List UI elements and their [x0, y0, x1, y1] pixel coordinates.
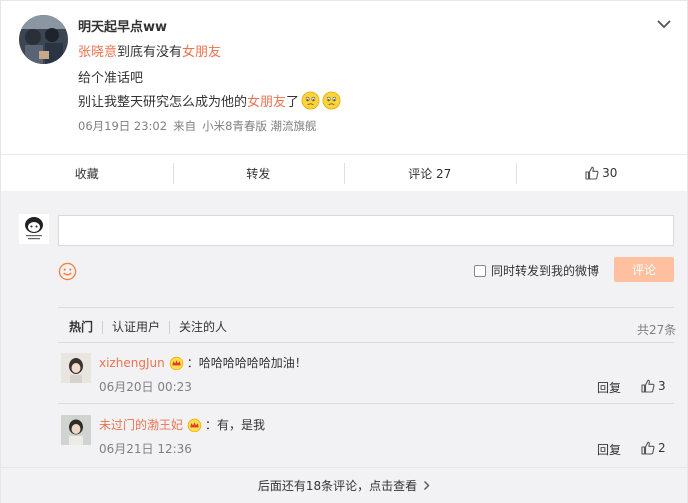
- post-meta: 06月19日 23:02 来自 小米8青春版 潮流旗舰: [78, 118, 323, 134]
- post-source[interactable]: 小米8青春版 潮流旗舰: [202, 119, 316, 133]
- post-action-bar: 收藏 转发 评论 27 30: [1, 154, 687, 191]
- post-text-line-3: 别让我整天研究怎么成为他的 女朋友了: [78, 91, 341, 110]
- commenter-name[interactable]: 未过门的渤王妃: [99, 416, 183, 433]
- current-user-avatar[interactable]: [19, 214, 49, 244]
- favorite-button[interactable]: 收藏: [1, 155, 173, 191]
- vip-crown-icon[interactable]: [187, 418, 202, 432]
- commenter-avatar[interactable]: [61, 353, 91, 383]
- divider: [58, 403, 674, 404]
- author-avatar[interactable]: [19, 15, 68, 64]
- mention-link[interactable]: 张晓意: [78, 45, 117, 60]
- thumbs-up-icon: [641, 441, 655, 455]
- chevron-down-icon[interactable]: [656, 18, 672, 30]
- comment-like-button[interactable]: 2: [641, 441, 666, 455]
- comment-input[interactable]: [58, 215, 674, 246]
- topic-link[interactable]: 女朋友: [247, 91, 286, 110]
- post-text-fragment: 别让我整天研究怎么成为他的: [78, 95, 248, 110]
- chevron-right-icon: [424, 481, 430, 490]
- tab-verified-users[interactable]: 认证用户: [102, 321, 169, 334]
- comment-filter-tabs: 热门 认证用户 关注的人: [69, 321, 236, 334]
- reply-button[interactable]: 回复: [597, 441, 621, 458]
- comment-time: 06月21日 12:36: [99, 442, 192, 456]
- comment-header: xizhengJun ：哈哈哈哈哈哈加油！: [99, 354, 307, 371]
- comment-section: 同时转发到我的微博 评论 热门 认证用户 关注的人 共27条 xizhengJu…: [1, 191, 687, 503]
- sad-face-emoji-icon: [322, 91, 341, 110]
- comment-header: 未过门的渤王妃 ：有，是我: [99, 416, 265, 433]
- repost-button[interactable]: 转发: [172, 155, 345, 191]
- emoji-picker-icon[interactable]: [58, 262, 77, 281]
- repost-label: 转发: [246, 166, 271, 181]
- post-text-line-2: 给个准话吧: [78, 71, 144, 86]
- post-text-fragment: 了: [286, 95, 300, 110]
- commenter-avatar[interactable]: [61, 415, 91, 445]
- comment-label: 评论 27: [408, 166, 452, 181]
- comment-text: ：有，是我: [205, 418, 266, 432]
- divider: [58, 307, 674, 308]
- comment-total: 共27条: [637, 323, 677, 337]
- post-text-line-1: 张晓意到底有没有女朋友: [78, 41, 221, 60]
- reply-button[interactable]: 回复: [597, 379, 621, 396]
- favorite-label: 收藏: [74, 166, 99, 181]
- source-prefix: 来自: [173, 119, 197, 133]
- submit-comment-button[interactable]: 评论: [614, 257, 674, 282]
- post-text-fragment: 到底有没有: [117, 45, 183, 60]
- sad-face-emoji-icon: [301, 91, 320, 110]
- author-name[interactable]: 明天起早点ww: [78, 16, 167, 35]
- divider: [58, 342, 674, 343]
- repost-to-weibo-option[interactable]: 同时转发到我的微博: [474, 262, 599, 279]
- commenter-name[interactable]: xizhengJun: [99, 356, 165, 370]
- topic-link[interactable]: 女朋友: [182, 45, 221, 60]
- comment-like-button[interactable]: 3: [641, 379, 666, 393]
- tab-following[interactable]: 关注的人: [169, 321, 236, 334]
- comment-button[interactable]: 评论 27: [344, 155, 516, 191]
- repost-checkbox[interactable]: [474, 264, 486, 277]
- post-date[interactable]: 06月19日 23:02: [78, 119, 167, 133]
- weibo-post-card: 明天起早点ww 张晓意到底有没有女朋友 给个准话吧 别让我整天研究怎么成为他的女…: [0, 0, 688, 503]
- repost-checkbox-label: 同时转发到我的微博: [491, 264, 600, 278]
- vip-crown-icon[interactable]: [169, 356, 184, 370]
- comment-like-count: 2: [658, 441, 666, 455]
- thumbs-up-icon: [641, 379, 655, 393]
- comment-like-count: 3: [658, 379, 666, 393]
- thumbs-up-icon: [585, 166, 599, 180]
- more-comments-label: 后面还有18条评论，点击查看: [257, 479, 418, 493]
- comment-time: 06月20日 00:23: [99, 380, 192, 394]
- comment-text: ：哈哈哈哈哈哈加油！: [186, 356, 307, 370]
- like-count: 30: [602, 166, 618, 180]
- tab-hot[interactable]: 热门: [69, 321, 102, 334]
- like-button[interactable]: 30: [515, 155, 688, 191]
- more-comments-link[interactable]: 后面还有18条评论，点击查看: [1, 467, 687, 503]
